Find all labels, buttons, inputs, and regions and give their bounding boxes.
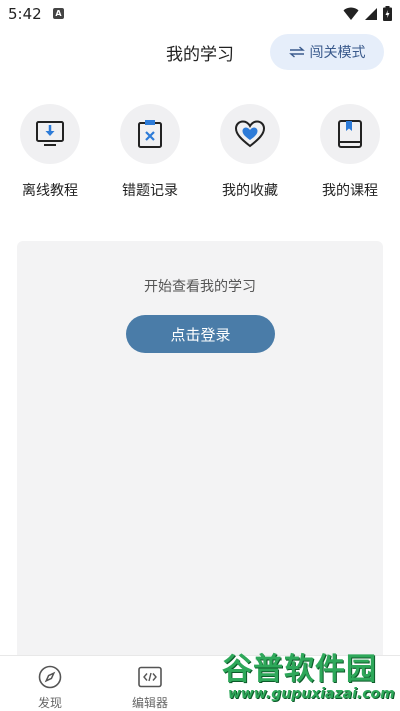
challenge-mode-label: 闯关模式	[309, 45, 366, 61]
nav-label: 发现	[37, 696, 62, 710]
status-bar: 5:42 A	[0, 0, 400, 28]
code-icon	[138, 666, 162, 688]
quick-item-my-courses[interactable]: 我的课程	[310, 104, 390, 200]
heart-icon	[234, 120, 266, 148]
wifi-icon	[343, 7, 359, 20]
nav-label: 编辑器	[131, 696, 168, 710]
quick-entries: 离线教程 错题记录 我的收藏 我的课程	[0, 104, 400, 204]
signal-icon	[365, 7, 377, 20]
quick-label: 错题记录	[122, 183, 178, 199]
nav-tab-editor[interactable]: 编辑器	[110, 664, 190, 711]
watermark-title: 谷普软件园	[222, 652, 377, 687]
book-icon	[338, 120, 362, 148]
clipboard-x-icon	[138, 120, 162, 148]
quick-item-offline-tutorial[interactable]: 离线教程	[10, 104, 90, 200]
watermark-logo: 谷普软件园 www.gupuxiazai.com	[218, 642, 400, 711]
quick-label: 离线教程	[22, 183, 78, 199]
challenge-mode-button[interactable]: 闯关模式	[270, 34, 384, 70]
status-time: 5:42	[8, 5, 42, 23]
header: 我的学习 闯关模式	[0, 28, 400, 78]
quick-circle	[220, 104, 280, 164]
status-icons	[343, 6, 392, 21]
quick-label: 我的课程	[322, 183, 378, 199]
quick-label: 我的收藏	[222, 183, 278, 199]
login-button[interactable]: 点击登录	[126, 315, 275, 353]
quick-circle	[20, 104, 80, 164]
quick-circle	[320, 104, 380, 164]
watermark-url: www.gupuxiazai.com	[228, 686, 395, 702]
login-hint: 开始查看我的学习	[144, 279, 256, 295]
battery-icon	[383, 6, 392, 21]
compass-icon	[38, 665, 62, 689]
swap-icon	[288, 46, 305, 58]
download-monitor-icon	[36, 121, 64, 146]
login-card: 开始查看我的学习 点击登录	[17, 241, 383, 661]
notification-a-icon: A	[53, 8, 64, 19]
quick-item-favorites[interactable]: 我的收藏	[210, 104, 290, 200]
quick-circle	[120, 104, 180, 164]
nav-tab-discover[interactable]: 发现	[10, 664, 90, 711]
quick-item-wrong-questions[interactable]: 错题记录	[110, 104, 190, 200]
